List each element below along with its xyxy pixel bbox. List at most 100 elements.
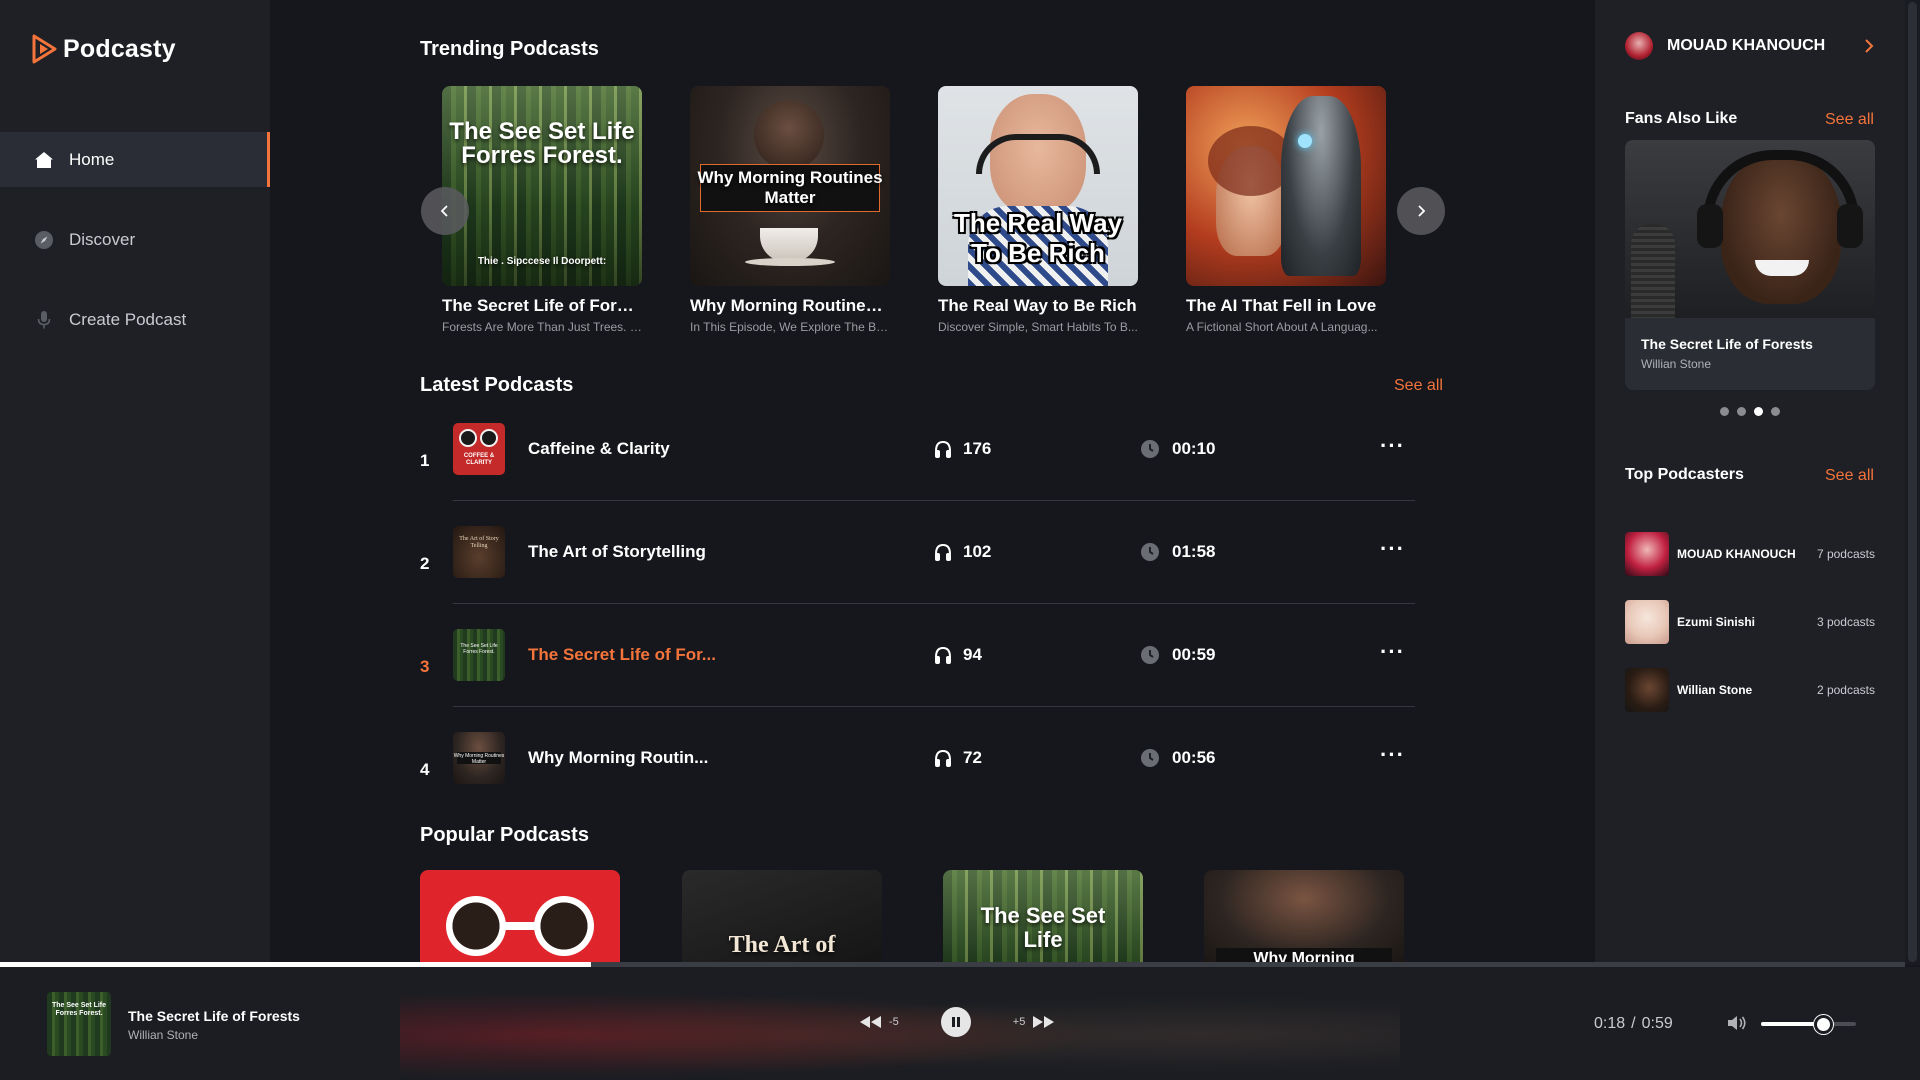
fans-card-title: The Secret Life of Forests [1641, 336, 1813, 352]
row-number: 2 [420, 554, 430, 573]
podcast-count: 7 podcasts [1816, 547, 1875, 561]
forward-button[interactable]: +5 [1013, 1014, 1058, 1030]
popular-card[interactable] [420, 870, 620, 965]
carousel-dot[interactable] [1737, 407, 1746, 416]
trending-card[interactable]: The See Set Life Forres Forest. Thie . S… [442, 86, 642, 334]
trending-card[interactable]: The Real Way To Be Rich The Real Way to … [938, 86, 1138, 334]
scrollbar-thumb[interactable] [1908, 2, 1917, 962]
rewind-button[interactable]: -5 [857, 1014, 899, 1030]
logo-icon [32, 34, 57, 64]
trending-card[interactable]: The AI That Fell in Love A Fictional Sho… [1186, 86, 1386, 334]
latest-title: Latest Podcasts [420, 374, 574, 396]
nav-item-discover[interactable]: Discover [0, 212, 270, 267]
card-description: In This Episode, We Explore The Be... [690, 320, 890, 334]
microphone-icon [33, 309, 55, 331]
podcaster-name: MOUAD KHANOUCH [1677, 547, 1796, 561]
now-playing-title: The Secret Life of Forests [128, 1008, 300, 1024]
row-title: The Art of Storytelling [528, 542, 706, 561]
listen-value: 102 [963, 542, 992, 561]
avatar [1625, 600, 1669, 644]
popular-card[interactable]: The Art of [682, 870, 882, 965]
cover-text: Why Morning Routines Matter [697, 168, 883, 207]
fans-also-like-card[interactable]: The Secret Life of Forests Willian Stone [1625, 140, 1875, 390]
fans-see-all-link[interactable]: See all [1825, 111, 1874, 129]
thumb-text: The See Set Life Forres Forest. [460, 643, 498, 655]
top-podcasters-list: MOUAD KHANOUCH 7 podcasts Ezumi Sinishi … [1625, 520, 1875, 724]
nav-label: Create Podcast [69, 309, 187, 329]
more-options-button[interactable]: ··· [1380, 742, 1405, 768]
carousel-dots [1720, 407, 1780, 416]
nav-label: Home [69, 149, 115, 169]
podcast-cover: The Real Way To Be Rich [938, 86, 1138, 286]
card-title: The Secret Life of Forests [442, 296, 642, 315]
table-row[interactable]: 3 The See Set Life Forres Forest. The Se… [420, 621, 1415, 724]
row-title: The Secret Life of For... [528, 645, 716, 664]
latest-list: 1 COFFEE & CLARITY Caffeine & Clarity 17… [420, 415, 1415, 827]
latest-see-all-link[interactable]: See all [1394, 377, 1443, 395]
volume-slider[interactable] [1761, 1022, 1856, 1026]
nav-item-create-podcast[interactable]: Create Podcast [0, 292, 270, 347]
time-display: 0:18 / 0:59 [1594, 1015, 1673, 1033]
list-item[interactable]: Willian Stone 2 podcasts [1625, 656, 1875, 724]
thumb-text: The See Set Life Forres Forest. [51, 1002, 107, 1017]
volume-knob[interactable] [1814, 1015, 1833, 1034]
avatar [1625, 532, 1669, 576]
more-options-button[interactable]: ··· [1380, 433, 1405, 459]
headphones-icon [935, 440, 951, 458]
trending-carousel: The See Set Life Forres Forest. Thie . S… [420, 86, 1415, 336]
podcast-thumbnail: COFFEE & CLARITY [453, 423, 505, 475]
rewind-icon [860, 1016, 881, 1028]
podcaster-name: Willian Stone [1677, 683, 1753, 697]
table-row[interactable]: 2 The Art of Story Telling The Art of St… [420, 518, 1415, 621]
popular-title: Popular Podcasts [420, 824, 589, 846]
podcaster-name: Ezumi Sinishi [1677, 615, 1756, 629]
fans-title: Fans Also Like [1625, 110, 1738, 127]
more-options-button[interactable]: ··· [1380, 536, 1405, 562]
popular-card[interactable]: Why Morning [1204, 870, 1404, 965]
logo[interactable]: Podcasty [31, 34, 176, 64]
card-title: The AI That Fell in Love [1186, 296, 1377, 315]
divider [453, 706, 1415, 707]
card-description: Forests Are More Than Just Trees. I... [442, 320, 642, 334]
carousel-next-button[interactable] [1397, 187, 1445, 235]
rewind-label: -5 [889, 1016, 899, 1028]
table-row[interactable]: 1 COFFEE & CLARITY Caffeine & Clarity 17… [420, 415, 1415, 518]
listen-value: 176 [963, 439, 992, 458]
top-podcasters-title: Top Podcasters [1625, 466, 1744, 483]
trending-title: Trending Podcasts [420, 38, 599, 60]
popular-card[interactable]: The See Set Life [943, 870, 1143, 965]
podcast-cover [1186, 86, 1386, 286]
listen-count: 72 [933, 748, 982, 768]
pause-button[interactable] [940, 1007, 971, 1037]
listen-count: 94 [933, 645, 982, 665]
more-options-button[interactable]: ··· [1380, 639, 1405, 665]
scrollbar[interactable] [1905, 0, 1920, 965]
volume-icon[interactable] [1726, 1013, 1748, 1033]
duration-value: 00:59 [1172, 645, 1216, 664]
row-number: 4 [420, 760, 430, 779]
user-profile-button[interactable]: MOUAD KHANOUCH [1625, 32, 1875, 60]
carousel-prev-button[interactable] [421, 187, 469, 235]
nav-item-home[interactable]: Home [0, 132, 270, 187]
list-item[interactable]: MOUAD KHANOUCH 7 podcasts [1625, 520, 1875, 588]
top-podcasters-see-all-link[interactable]: See all [1825, 467, 1874, 485]
main-content: Trending Podcasts The See Set Life Forre… [270, 0, 1595, 965]
listen-count: 102 [933, 542, 991, 562]
carousel-dot[interactable] [1720, 407, 1729, 416]
avatar [1625, 668, 1669, 712]
table-row[interactable]: 4 Why Morning Routines Matter Why Mornin… [420, 724, 1415, 827]
card-cover-text: The Art of [728, 932, 836, 958]
trending-card[interactable]: Why Morning Routines Matter Why Morning … [690, 86, 890, 334]
listen-count: 176 [933, 439, 991, 459]
carousel-dot[interactable] [1754, 407, 1763, 416]
carousel-dot[interactable] [1771, 407, 1780, 416]
list-item[interactable]: Ezumi Sinishi 3 podcasts [1625, 588, 1875, 656]
card-title: Why Morning Routines ... [690, 296, 890, 315]
total-time: 0:59 [1641, 1015, 1673, 1032]
card-description: A Fictional Short About A Languag... [1186, 320, 1378, 334]
podcast-cover: The See Set Life Forres Forest. Thie . S… [442, 86, 642, 286]
podcast-count: 2 podcasts [1816, 683, 1875, 697]
duration: 00:56 [1140, 748, 1215, 768]
podcast-thumbnail: The See Set Life Forres Forest. [453, 629, 505, 681]
fans-card-subtitle: Willian Stone [1641, 357, 1712, 371]
